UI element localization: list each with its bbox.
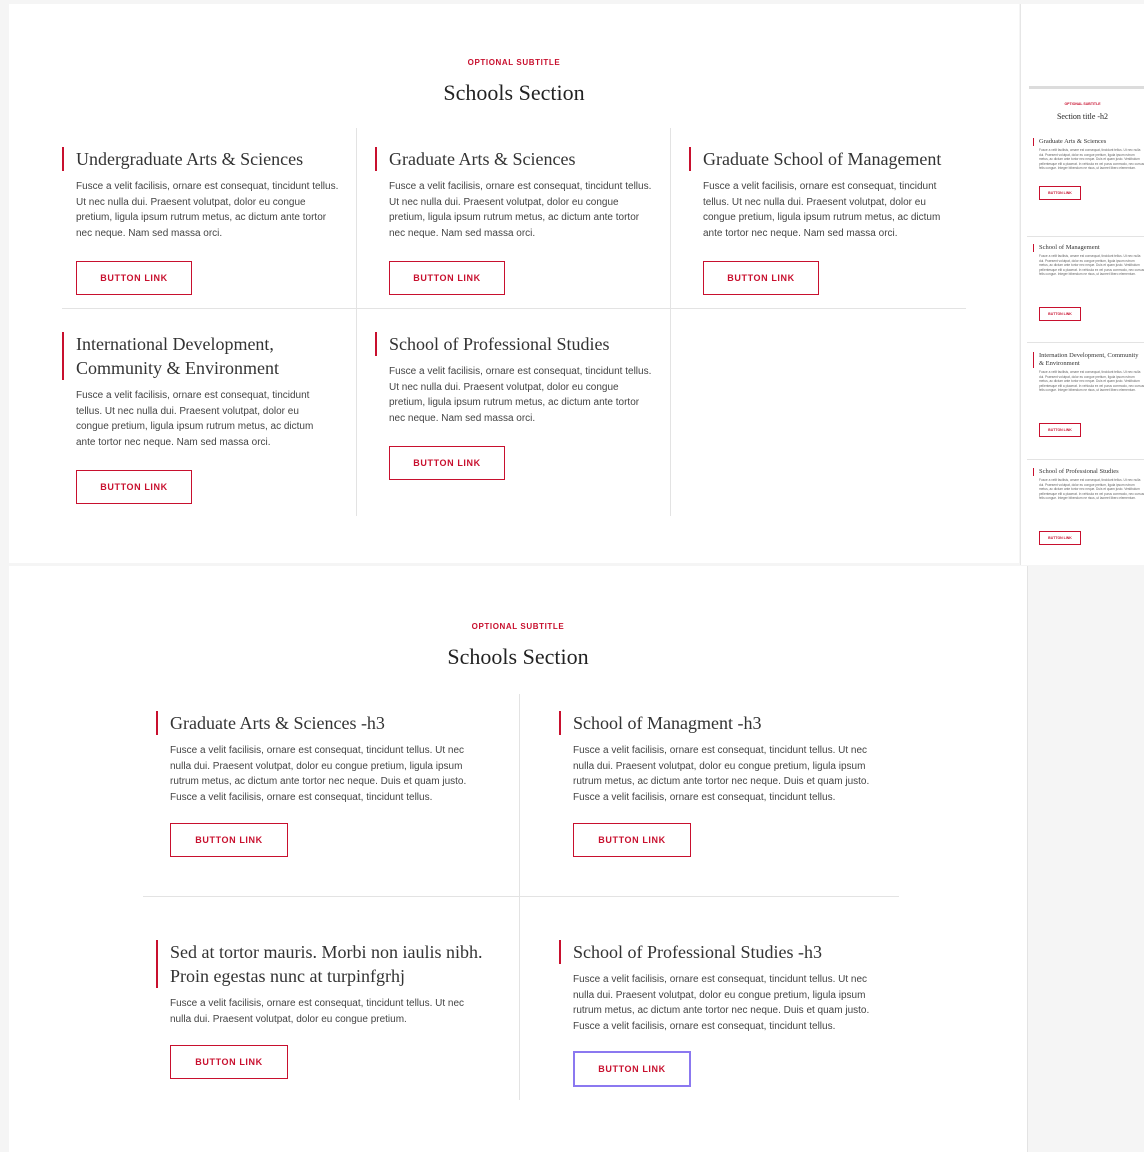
card-title: Sed at tortor mauris. Morbi non iaulis n… (156, 940, 486, 988)
school-card: Undergraduate Arts & Sciences Fusce a ve… (62, 147, 342, 295)
card-body: Fusce a velit facilisis, ornare est cons… (76, 181, 339, 239)
button-link[interactable]: BUTTON LINK (76, 261, 192, 295)
section-subtitle: OPTIONAL SUBTITLE (467, 58, 561, 67)
card-title: Graduate Arts & Sciences (1033, 138, 1144, 146)
divider (62, 308, 966, 309)
school-card: School of Managment -h3 Fusce a velit fa… (559, 711, 889, 857)
school-card: Sed at tortor mauris. Morbi non iaulis n… (156, 940, 486, 1079)
school-card: Graduate School of Management Fusce a ve… (689, 147, 979, 295)
card-body: Fusce a velit facilisis, ornare est cons… (703, 181, 941, 239)
section-subtitle: OPTIONAL SUBTITLE (1064, 102, 1101, 106)
card-title: School of Managment -h3 (559, 711, 889, 735)
section-title: Section title -h2 (1056, 112, 1109, 121)
divider (1027, 236, 1144, 237)
card-body: Fusce a velit facilisis, ornare est cons… (76, 390, 314, 448)
top-bar (1029, 86, 1144, 89)
button-link-focused[interactable]: BUTTON LINK (573, 1051, 691, 1087)
button-link[interactable]: BUTTON LINK (389, 261, 505, 295)
card-title: International Development, Community & E… (62, 332, 327, 380)
school-card: School of Professional Studies Fusce a v… (1033, 468, 1144, 545)
school-card: School of Professional Studies -h3 Fusce… (559, 940, 889, 1087)
card-title: Graduate School of Management (689, 147, 979, 171)
school-card: Internation Development, Community & Env… (1033, 352, 1144, 437)
card-body: Fusce a velit facilisis, ornare est cons… (1039, 370, 1144, 393)
section-subtitle: OPTIONAL SUBTITLE (471, 622, 565, 631)
card-body: Fusce a velit facilisis, ornare est cons… (1039, 148, 1144, 171)
button-link[interactable]: BUTTON LINK (170, 823, 288, 857)
card-body: Fusce a velit facilisis, ornare est cons… (170, 745, 467, 803)
card-body: Fusce a velit facilisis, ornare est cons… (1039, 478, 1144, 501)
card-title: School of Professional Studies (1033, 468, 1144, 476)
school-card: International Development, Community & E… (62, 332, 327, 504)
school-card: Graduate Arts & Sciences Fusce a velit f… (1033, 138, 1144, 200)
button-link[interactable]: BUTTON LINK (573, 823, 691, 857)
divider (519, 694, 520, 1100)
divider (1027, 459, 1144, 460)
button-link[interactable]: BUTTON LINK (1039, 186, 1081, 200)
card-body: Fusce a velit facilisis, ornare est cons… (1039, 254, 1144, 277)
button-link[interactable]: BUTTON LINK (389, 446, 505, 480)
card-body: Fusce a velit facilisis, ornare est cons… (573, 745, 870, 803)
card-title: School of Professional Studies (375, 332, 655, 356)
divider (143, 896, 899, 897)
divider (670, 128, 671, 516)
section-title: Schools Section (447, 644, 589, 669)
schools-section-3col: OPTIONAL SUBTITLE Schools Section Underg… (9, 4, 1019, 563)
button-link[interactable]: BUTTON LINK (1039, 307, 1081, 321)
button-link[interactable]: BUTTON LINK (170, 1045, 288, 1079)
card-title: School of Management (1033, 244, 1144, 252)
card-title: School of Professional Studies -h3 (559, 940, 889, 964)
card-title: Internation Development, Community & Env… (1033, 352, 1144, 368)
divider (1027, 342, 1144, 343)
schools-section-mobile: OPTIONAL SUBTITLE Section title -h2 Grad… (1020, 4, 1144, 565)
card-body: Fusce a velit facilisis, ornare est cons… (389, 181, 652, 239)
school-card: Graduate Arts & Sciences -h3 Fusce a vel… (156, 711, 486, 857)
card-body: Fusce a velit facilisis, ornare est cons… (170, 998, 465, 1025)
card-title: Graduate Arts & Sciences (375, 147, 655, 171)
section-title: Schools Section (443, 80, 585, 105)
button-link[interactable]: BUTTON LINK (703, 261, 819, 295)
button-link[interactable]: BUTTON LINK (76, 470, 192, 504)
button-link[interactable]: BUTTON LINK (1039, 531, 1081, 545)
card-body: Fusce a velit facilisis, ornare est cons… (573, 974, 870, 1032)
divider (356, 128, 357, 516)
card-title: Undergraduate Arts & Sciences (62, 147, 342, 171)
card-body: Fusce a velit facilisis, ornare est cons… (389, 366, 652, 424)
school-card: Graduate Arts & Sciences Fusce a velit f… (375, 147, 655, 295)
school-card: School of Management Fusce a velit facil… (1033, 244, 1144, 321)
card-title: Graduate Arts & Sciences -h3 (156, 711, 486, 735)
school-card: School of Professional Studies Fusce a v… (375, 332, 655, 480)
schools-section-2col: OPTIONAL SUBTITLE Schools Section Gradua… (9, 566, 1028, 1152)
button-link[interactable]: BUTTON LINK (1039, 423, 1081, 437)
